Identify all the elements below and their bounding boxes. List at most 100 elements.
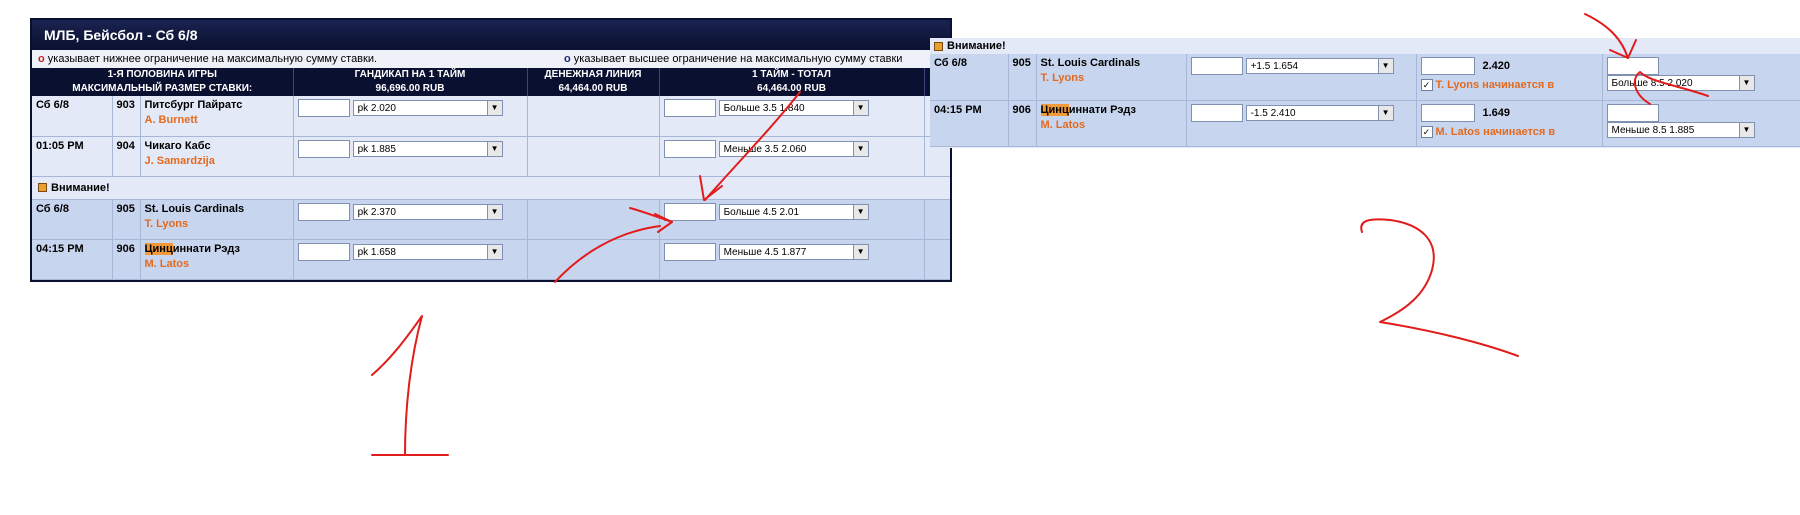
handicap-stake-input[interactable]: [1190, 57, 1243, 75]
total-select[interactable]: Больше 3.5 1.840 ▼: [718, 100, 869, 116]
header-handicap: ГАНДИКАП НА 1 ТАЙМ: [293, 68, 528, 82]
warning-row: Внимание!: [32, 176, 950, 200]
handicap-select[interactable]: +1.5 1.654 ▼: [1245, 58, 1394, 74]
chevron-down-icon: ▼: [852, 141, 868, 156]
total-select[interactable]: Больше 8.5 2.020 ▼: [1606, 75, 1755, 91]
chevron-down-icon: ▼: [486, 244, 502, 259]
total-stake-input[interactable]: [663, 139, 716, 158]
handicap-stake-input[interactable]: [297, 99, 350, 117]
game-date: Сб 6/8: [32, 199, 113, 240]
game-date: Сб 6/8: [32, 96, 113, 137]
header-max-stake: МАКСИМАЛЬНЫЙ РАЗМЕР СТАВКИ:: [32, 82, 294, 96]
pitcher-start-checkbox[interactable]: ✓: [1420, 79, 1433, 92]
pitcher-name: M. Latos: [1040, 118, 1086, 131]
annotation-number-two: [1360, 218, 1519, 357]
handicap-select[interactable]: pk 2.020 ▼: [352, 100, 503, 116]
handicap-select[interactable]: pk 1.885 ▼: [352, 140, 503, 157]
warning-icon: [934, 41, 943, 51]
warning-icon: [38, 183, 47, 193]
header-moneyline: ДЕНЕЖНАЯ ЛИНИЯ: [527, 68, 660, 82]
game-time: 04:15 PM: [32, 239, 113, 280]
moneyline-odds: 1.649: [1482, 106, 1511, 119]
table-row: Сб 6/8 903 Питсбург Пайратс A. Burnett p…: [32, 96, 950, 137]
team-name: St. Louis Cardinals: [144, 202, 245, 215]
screenshot-2: Внимание! Сб 6/8 905 St. Louis Cardinals…: [930, 38, 1800, 148]
total-stake-input[interactable]: [1606, 103, 1659, 122]
header-row-1: 1-Я ПОЛОВИНА ИГРЫ ГАНДИКАП НА 1 ТАЙМ ДЕН…: [32, 68, 950, 82]
notice-bar: о указывает нижнее ограничение на максим…: [32, 50, 950, 68]
chevron-down-icon: ▼: [1738, 122, 1754, 137]
screenshot-1: МЛБ, Бейсбол - Сб 6/8 о указывает нижнее…: [30, 18, 952, 282]
moneyline-stake-input[interactable]: [1420, 57, 1475, 75]
total-select[interactable]: Больше 4.5 2.01 ▼: [718, 203, 869, 220]
rotation-number: 903: [112, 96, 141, 137]
pitcher-start-checkbox[interactable]: ✓: [1420, 125, 1433, 138]
pitcher-name: M. Latos: [144, 257, 190, 270]
table-row: Сб 6/8 905 St. Louis Cardinals T. Lyons …: [32, 199, 950, 240]
handicap-stake-input[interactable]: [297, 202, 350, 221]
table-row: 04:15 PM 906 Цинциннати Рэдз M. Latos -1…: [930, 100, 1800, 147]
team-name: Цинциннати Рэдз: [1040, 103, 1136, 116]
handicap-select[interactable]: -1.5 2.410 ▼: [1245, 104, 1394, 121]
team-name: Цинциннати Рэдз: [144, 242, 240, 255]
lower-limit-marker: о: [38, 53, 45, 65]
rotation-number: 905: [1008, 54, 1037, 101]
pitcher-name: T. Lyons: [1040, 72, 1085, 84]
chevron-down-icon: ▼: [852, 101, 868, 115]
table-row: Сб 6/8 905 St. Louis Cardinals T. Lyons …: [930, 54, 1800, 101]
table-row: 04:15 PM 906 Цинциннати Рэдз M. Latos pk…: [32, 239, 950, 280]
chevron-down-icon: ▼: [1738, 76, 1754, 90]
total-stake-input[interactable]: [663, 242, 716, 261]
pitcher-name: J. Samardzija: [144, 154, 215, 167]
rotation-number: 905: [112, 199, 141, 240]
upper-limit-marker: о: [564, 53, 571, 65]
handicap-select[interactable]: pk 2.370 ▼: [352, 203, 503, 220]
pitcher-name: T. Lyons: [144, 217, 189, 230]
moneyline-stake-input[interactable]: [1420, 103, 1475, 122]
handicap-stake-input[interactable]: [1190, 103, 1243, 122]
warning-row: Внимание!: [930, 38, 1800, 54]
handicap-select[interactable]: pk 1.658 ▼: [352, 243, 503, 260]
odds-table-2: Сб 6/8 905 St. Louis Cardinals T. Lyons …: [930, 54, 1800, 147]
total-stake-input[interactable]: [663, 99, 716, 117]
handicap-stake-input[interactable]: [297, 242, 350, 261]
header-total: 1 ТАЙМ - ТОТАЛ: [659, 68, 925, 82]
pitcher-name: A. Burnett: [144, 114, 198, 126]
total-select[interactable]: Меньше 4.5 1.877 ▼: [718, 243, 869, 260]
game-time: 04:15 PM: [930, 100, 1009, 147]
max-stake-moneyline: 64,464.00 RUB: [527, 82, 660, 96]
notice-upper-text: указывает высшее ограничение на максимал…: [573, 53, 903, 65]
team-name: Питсбург Пайратс: [144, 99, 243, 111]
rotation-number: 906: [1008, 100, 1037, 147]
notice-lower-text: указывает нижнее ограничение на максимал…: [47, 53, 378, 65]
table-row: 01:05 PM 904 Чикаго Кабс J. Samardzija p…: [32, 136, 950, 177]
highlighted-text: Цинц: [1040, 103, 1069, 116]
rotation-number: 906: [112, 239, 141, 280]
max-stake-handicap: 96,696.00 RUB: [293, 82, 528, 96]
header-row-2: МАКСИМАЛЬНЫЙ РАЗМЕР СТАВКИ: 96,696.00 RU…: [32, 82, 950, 96]
chevron-down-icon: ▼: [486, 101, 502, 115]
handicap-stake-input[interactable]: [297, 139, 350, 158]
page-title: МЛБ, Бейсбол - Сб 6/8: [32, 20, 950, 50]
warning-text: Внимание!: [947, 40, 1006, 52]
pitcher-start-label: M. Latos начинается в: [1435, 125, 1556, 138]
total-select[interactable]: Меньше 8.5 1.885 ▼: [1606, 121, 1755, 138]
team-name: St. Louis Cardinals: [1040, 57, 1141, 69]
annotation-number-one: [371, 315, 423, 456]
game-time: 01:05 PM: [32, 136, 113, 177]
total-stake-input[interactable]: [1606, 57, 1659, 75]
moneyline-odds: 2.420: [1482, 60, 1511, 72]
max-stake-total: 64,464.00 RUB: [659, 82, 925, 96]
pitcher-start-label: T. Lyons начинается в: [1435, 79, 1555, 92]
total-stake-input[interactable]: [663, 202, 716, 221]
highlighted-text: Цинц: [144, 242, 173, 255]
notice-upper-limit: о указывает высшее ограничение на максим…: [564, 50, 902, 68]
game-date: Сб 6/8: [930, 54, 1009, 101]
chevron-down-icon: ▼: [852, 244, 868, 259]
chevron-down-icon: ▼: [1377, 59, 1393, 73]
total-select[interactable]: Меньше 3.5 2.060 ▼: [718, 140, 869, 157]
team-name: Чикаго Кабс: [144, 139, 211, 152]
odds-table-1: 1-Я ПОЛОВИНА ИГРЫ ГАНДИКАП НА 1 ТАЙМ ДЕН…: [32, 68, 950, 280]
rotation-number: 904: [112, 136, 141, 177]
header-first-half: 1-Я ПОЛОВИНА ИГРЫ: [32, 68, 294, 82]
